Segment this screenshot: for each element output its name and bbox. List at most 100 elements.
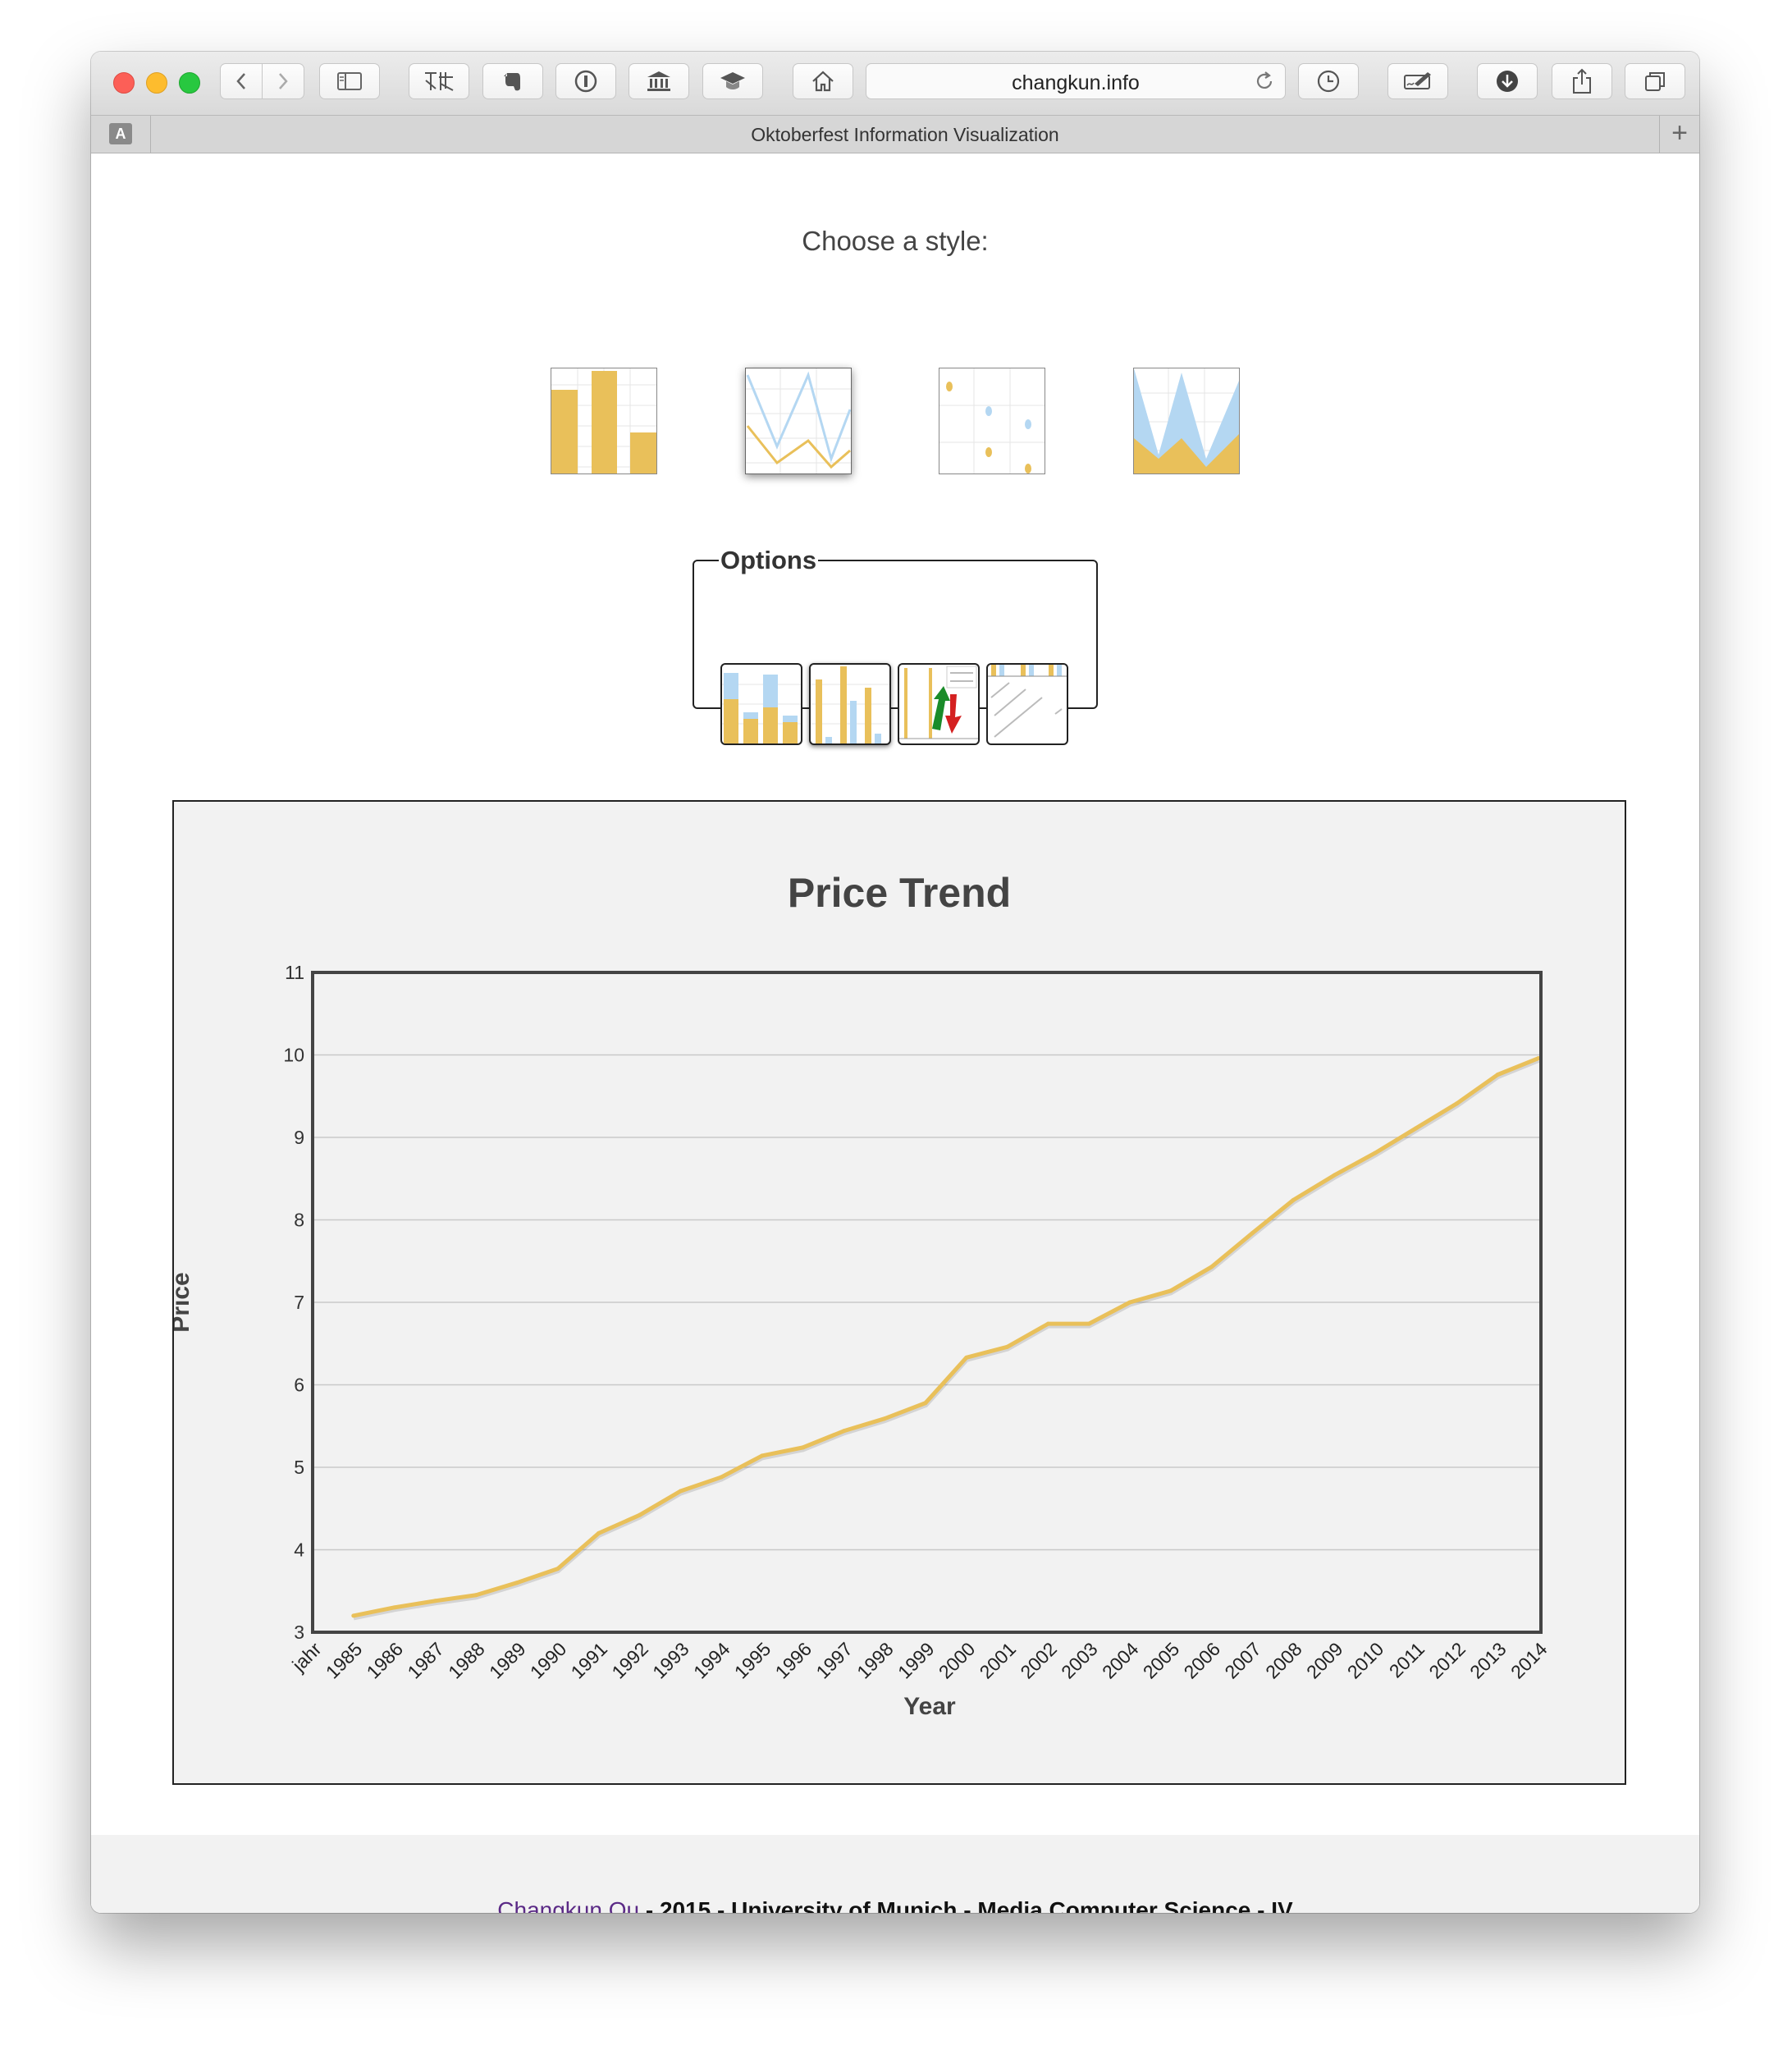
reload-icon[interactable] (1254, 71, 1275, 92)
author-link[interactable]: Changkun Ou (497, 1897, 639, 1913)
x-tick-label: 1989 (485, 1638, 530, 1683)
new-tab-button[interactable]: + (1659, 116, 1699, 153)
library-button[interactable] (629, 63, 689, 99)
minimize-window-button[interactable] (146, 72, 167, 94)
page-content: Choose a style: Options Price Trend 3 4 … (91, 153, 1699, 1913)
footer: Changkun Ou - 2015 - University of Munic… (91, 1835, 1699, 1913)
style-bar-chart-button[interactable] (551, 368, 657, 474)
share-button[interactable] (1552, 63, 1612, 99)
markup-button[interactable] (1387, 63, 1448, 99)
choose-style-heading: Choose a style: (802, 226, 989, 256)
data-point[interactable] (1373, 1151, 1378, 1155)
extension-text-button[interactable] (409, 63, 469, 99)
chart-gridlines (313, 972, 1541, 1633)
data-point[interactable] (1127, 1300, 1132, 1305)
data-point[interactable] (801, 1445, 806, 1450)
data-point[interactable] (760, 1453, 765, 1458)
y-tick-label: 6 (294, 1375, 304, 1396)
data-point[interactable] (392, 1605, 397, 1610)
data-point[interactable] (923, 1401, 928, 1406)
data-point[interactable] (719, 1475, 724, 1480)
x-tick-label: 1998 (853, 1638, 898, 1683)
data-point[interactable] (1332, 1173, 1337, 1178)
data-point[interactable] (678, 1489, 683, 1494)
address-bar[interactable]: changkun.info (866, 63, 1286, 99)
x-tick-label: 1987 (403, 1638, 448, 1683)
evernote-button[interactable] (482, 63, 543, 99)
downloads-button[interactable] (1477, 63, 1538, 99)
chart-title: Price Trend (788, 870, 1011, 916)
y-tick-label: 5 (294, 1457, 304, 1478)
data-point[interactable] (882, 1416, 887, 1421)
option-rotated-labels-button[interactable] (986, 663, 1068, 745)
data-point[interactable] (1250, 1231, 1255, 1236)
data-point[interactable] (964, 1355, 969, 1360)
tab-active[interactable]: Oktoberfest Information Visualization (151, 124, 1659, 146)
x-axis-label: Year (903, 1693, 956, 1720)
close-window-button[interactable] (113, 72, 135, 94)
series-line (353, 1056, 1539, 1618)
y-tick-label: 7 (294, 1292, 304, 1313)
y-tick-label: 8 (294, 1210, 304, 1231)
forward-button[interactable] (262, 63, 304, 99)
back-button[interactable] (220, 63, 263, 99)
y-axis-ticks: 3 4 5 6 7 8 9 10 11 (283, 962, 304, 1643)
data-point[interactable] (841, 1429, 846, 1434)
data-point[interactable] (432, 1599, 437, 1604)
x-tick-label: 2004 (1098, 1638, 1143, 1683)
style-area-chart-button[interactable] (1133, 368, 1240, 474)
y-tick-label: 9 (294, 1127, 304, 1148)
x-tick-label: 2005 (1139, 1638, 1184, 1683)
data-point[interactable] (1495, 1073, 1500, 1077)
sidebar-button[interactable] (319, 63, 380, 99)
home-icon (812, 71, 834, 92)
x-tick-label: 1993 (648, 1638, 693, 1683)
kanji-extension-icon (425, 72, 454, 91)
data-point[interactable] (637, 1512, 642, 1517)
x-tick-label: 1997 (811, 1638, 857, 1683)
data-point[interactable] (1209, 1265, 1214, 1270)
x-tick-label: 2013 (1465, 1638, 1511, 1683)
data-point[interactable] (473, 1593, 478, 1598)
browser-window: changkun.info A Oktoberfest Information … (91, 52, 1699, 1913)
option-grouped-bar-button[interactable] (809, 663, 891, 745)
tab-bar: A Oktoberfest Information Visualization … (91, 116, 1699, 153)
style-line-chart-button[interactable] (745, 368, 852, 474)
x-tick-label: 2007 (1220, 1638, 1265, 1683)
data-point[interactable] (1291, 1197, 1296, 1202)
data-point[interactable] (1414, 1126, 1419, 1131)
home-button[interactable] (793, 63, 853, 99)
trend-arrows-icon (899, 666, 978, 739)
signature-icon (1404, 72, 1431, 89)
x-tick-label: 1994 (689, 1638, 734, 1683)
x-tick-label: 2010 (1343, 1638, 1388, 1683)
data-point[interactable] (1005, 1344, 1010, 1349)
y-axis-label: Price (174, 1272, 194, 1332)
history-button[interactable] (1298, 63, 1359, 99)
option-stacked-bar-button[interactable] (720, 663, 802, 745)
data-point[interactable] (597, 1530, 601, 1535)
tabs-overview-button[interactable] (1625, 63, 1685, 99)
data-point[interactable] (1168, 1288, 1173, 1293)
data-point[interactable] (1045, 1321, 1050, 1326)
data-point[interactable] (1086, 1321, 1091, 1326)
style-scatter-chart-button[interactable] (939, 368, 1045, 474)
data-point[interactable] (351, 1613, 356, 1618)
download-icon (1497, 71, 1518, 92)
pinned-tab-icon[interactable]: A (109, 123, 132, 144)
chart-panel: Price Trend 3 4 5 6 7 8 9 10 11 jahr 1985 1986 1987… (172, 800, 1626, 1785)
bar-chart-icon (551, 368, 656, 474)
data-point[interactable] (1454, 1101, 1459, 1106)
x-tick-label: 2008 (1261, 1638, 1306, 1683)
data-point[interactable] (555, 1567, 560, 1571)
data-point[interactable] (514, 1581, 519, 1585)
password-manager-button[interactable] (555, 63, 616, 99)
zoom-window-button[interactable] (179, 72, 200, 94)
option-trend-arrows-button[interactable] (898, 663, 980, 745)
x-tick-label: 1995 (730, 1638, 775, 1683)
x-tick-label: 1991 (567, 1638, 612, 1683)
extension-button[interactable] (702, 63, 763, 99)
x-tick-label: 2000 (935, 1638, 980, 1683)
x-tick-label: 1999 (894, 1638, 939, 1683)
sidebar-icon (337, 72, 362, 90)
